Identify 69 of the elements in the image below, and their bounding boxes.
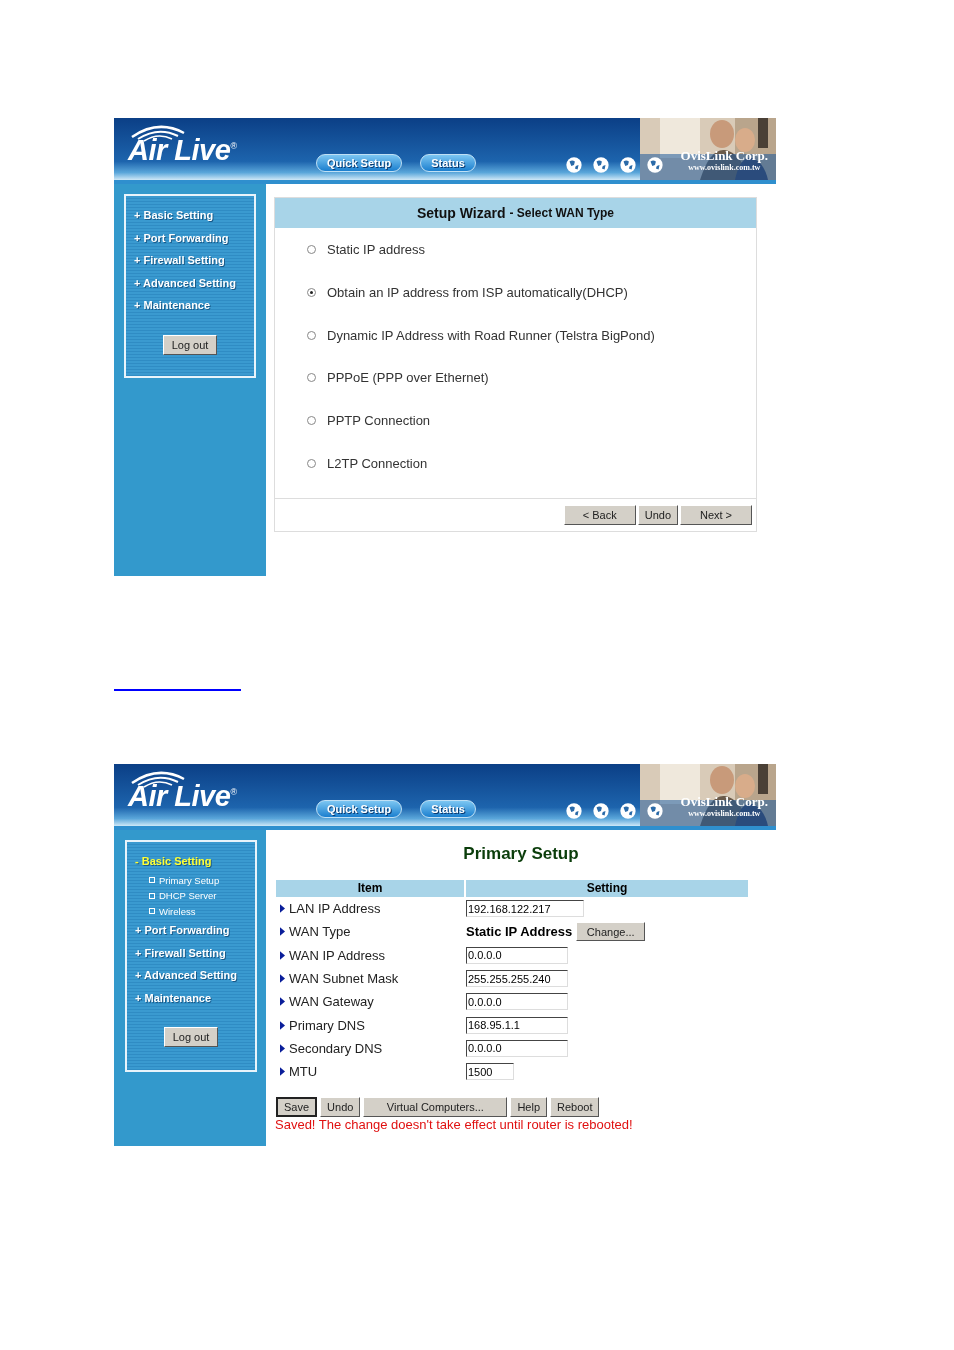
wizard-button[interactable]: < Back — [563, 504, 636, 525]
bullet-icon — [149, 908, 155, 915]
setting-label: MTU — [289, 1064, 318, 1080]
triangle-bullet-icon — [280, 904, 285, 914]
globe-icon[interactable] — [646, 156, 664, 174]
triangle-bullet-icon — [280, 1043, 285, 1053]
option-label: PPPoE (PPP over Ethernet) — [327, 370, 489, 386]
input-field[interactable]: 0.0.0.0 — [466, 946, 568, 964]
option-label: Obtain an IP address from ISP automatically(DHCP) — [327, 285, 628, 300]
radio-button[interactable] — [307, 458, 316, 468]
input-field[interactable]: 255.255.255.240 — [466, 970, 568, 988]
globe-icon[interactable] — [592, 156, 610, 174]
option-label: Static IP address — [327, 242, 426, 258]
input-field[interactable]: 0.0.0.0 — [466, 1039, 568, 1057]
bullet-icon — [149, 877, 155, 884]
radio-button[interactable] — [307, 288, 316, 297]
action-button[interactable]: Undo — [320, 1097, 361, 1118]
radio-button[interactable] — [307, 416, 316, 426]
option-label: PPTP Connection — [327, 413, 431, 429]
setting-label: WAN IP Address — [289, 947, 386, 963]
wizard-button[interactable]: Undo — [637, 504, 678, 525]
setting-label: Primary DNS — [289, 1017, 365, 1033]
column-header: Setting — [466, 880, 748, 897]
submenu-item[interactable]: DHCP Server — [159, 890, 217, 902]
setting-label: WAN Subnet Mask — [289, 971, 399, 987]
action-button[interactable]: Help — [510, 1097, 547, 1118]
input-field[interactable]: 192.168.122.217 — [466, 900, 584, 918]
logo-text: Air Live — [128, 780, 231, 812]
triangle-bullet-icon — [280, 997, 285, 1007]
globe-icon[interactable] — [646, 802, 664, 820]
action-button[interactable]: Save — [276, 1097, 318, 1118]
page-title: Primary Setup — [462, 843, 580, 865]
input-field[interactable]: 0.0.0.0 — [466, 993, 568, 1011]
globe-icon[interactable] — [565, 156, 583, 174]
wizard-subtitle: - Select WAN Type — [509, 206, 614, 221]
column-header: Item — [276, 880, 464, 897]
triangle-bullet-icon — [280, 974, 285, 984]
wan-type-value: Static IP Address — [466, 924, 573, 940]
globe-icon[interactable] — [619, 802, 637, 820]
option-label: L2TP Connection — [327, 455, 428, 471]
radio-button[interactable] — [307, 373, 316, 383]
change-button[interactable]: Change... — [576, 922, 646, 942]
option-label: Dynamic IP Address with Road Runner (Telstra BigPond) — [327, 327, 655, 343]
setting-label: WAN Gateway — [289, 994, 374, 1010]
globe-icon[interactable] — [565, 802, 583, 820]
triangle-bullet-icon — [280, 1067, 285, 1077]
radio-button[interactable] — [307, 330, 316, 340]
logo-text: Air Live — [128, 134, 231, 166]
logout-button[interactable]: Log out — [163, 334, 217, 355]
action-button[interactable]: Virtual Computers... — [363, 1097, 508, 1118]
globe-icon[interactable] — [619, 156, 637, 174]
setting-label: LAN IP Address — [289, 901, 381, 917]
wizard-button[interactable]: Next > — [680, 504, 752, 525]
action-button[interactable]: Reboot — [550, 1097, 600, 1118]
triangle-bullet-icon — [280, 927, 285, 937]
globe-icon[interactable] — [592, 802, 610, 820]
registered-mark: ® — [230, 787, 237, 797]
input-field[interactable]: 168.95.1.1 — [466, 1016, 568, 1034]
status-message: Saved! The change doesn't take effect until router is rebooted! — [275, 1117, 634, 1134]
setting-label: WAN Type — [289, 924, 351, 940]
input-field[interactable]: 1500 — [466, 1063, 514, 1081]
bullet-icon — [149, 892, 155, 899]
logout-button[interactable]: Log out — [164, 1027, 218, 1048]
triangle-bullet-icon — [280, 1020, 285, 1030]
radio-button[interactable] — [307, 245, 316, 255]
registered-mark: ® — [230, 141, 237, 151]
triangle-bullet-icon — [280, 950, 285, 960]
setting-label: Secondary DNS — [289, 1040, 383, 1056]
wizard-title: Setup Wizard — [417, 205, 506, 222]
